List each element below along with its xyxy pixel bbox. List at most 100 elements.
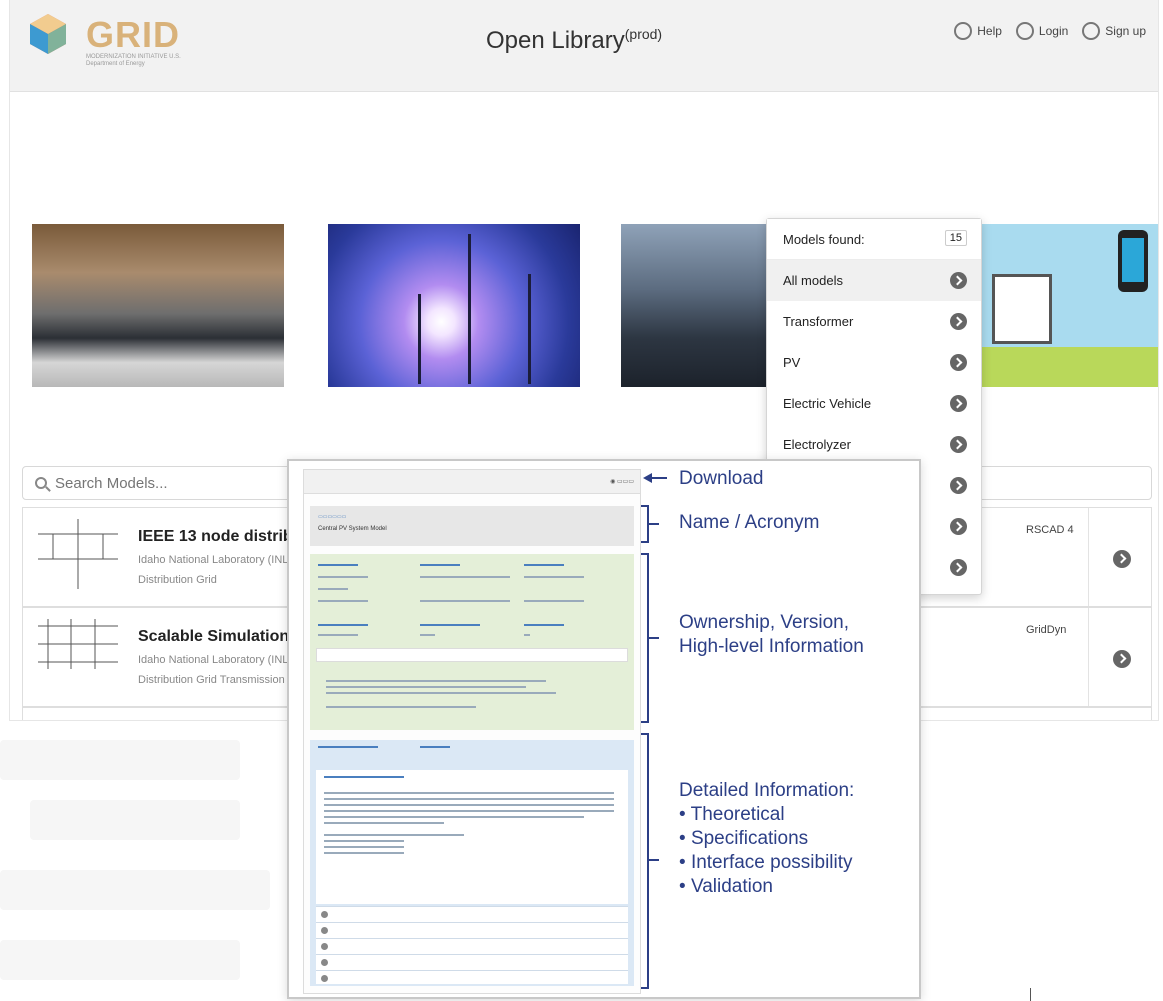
theory-text [316,770,628,904]
field-value [524,600,584,602]
detailed-info-item: Interface possibility [679,851,854,875]
field-label [420,746,450,748]
login-label: Login [1038,24,1069,38]
arrow-line [651,477,667,479]
row-divider [1088,508,1089,606]
detailed-info-title: Detailed Information: [679,780,855,801]
chevron-right-icon [950,395,967,412]
text-line [324,852,404,854]
description-line [326,692,556,694]
description-line [326,686,526,688]
field-value [318,600,368,602]
chevron-right-icon[interactable] [1113,550,1131,568]
hydro-generators-photo [32,224,284,387]
ownership-annotation: Ownership, Version, High-level Informati… [679,611,864,659]
name-field-label: ▭▭▭▭▭▭ [318,514,347,520]
chevron-right-icon [950,313,967,330]
detailed-info-item: Theoretical [679,803,854,827]
filter-pv[interactable]: PV [767,342,981,383]
chevron-right-icon [950,518,967,535]
filter-all-models[interactable]: All models [767,260,981,301]
environment-label: (prod) [624,26,663,42]
field-value [318,588,348,590]
description-line [326,680,546,682]
accordion-item[interactable] [316,922,628,938]
network-diagram-thumbnail [38,619,118,669]
model-category: Distribution Grid [138,574,217,586]
text-line [324,792,614,794]
detailed-info-bracket [641,733,649,989]
name-field-value: Central PV System Model [318,526,387,532]
chevron-right-icon [950,354,967,371]
search-icon [35,477,47,489]
filter-label: PV [783,355,801,370]
page-title: Open Library(prod) [486,26,662,55]
models-found-header: Models found: 15 [767,219,981,260]
top-bar: GRID MODERNIZATION INITIATIVE U.S. Depar… [10,0,1158,92]
chevron-right-icon [950,477,967,494]
page-title-text: Open Library [486,27,625,54]
login-button[interactable]: Login [1015,22,1069,40]
background-shape [0,940,240,980]
phone-icon [1118,230,1148,292]
name-annotation: Name / Acronym [679,512,820,533]
signup-button[interactable]: Sign up [1082,22,1146,40]
text-line [324,840,404,842]
accordion-title [324,776,404,778]
bracket-tick [649,523,659,525]
detailed-info-annotation: Detailed Information: Theoretical Specif… [679,779,854,899]
text-line [324,798,614,800]
model-organization: Idaho National Laboratory (INL [138,554,289,566]
user-icon [1015,22,1034,40]
models-found-count: 15 [944,230,967,246]
bracket-tick [649,859,659,861]
download-icon[interactable]: ◉ ▭▭▭ [610,478,634,485]
ownership-annotation-line: High-level Information [679,636,864,657]
field-value [420,576,510,578]
field-value [420,634,435,636]
accordion-item[interactable] [316,954,628,970]
signup-icon [1082,22,1101,40]
logo-text: GRID [86,14,180,55]
background-shape [0,870,270,910]
transmission-tower [528,274,531,384]
chevron-right-icon[interactable] [1113,650,1131,668]
model-organization: Idaho National Laboratory (INL [138,654,289,666]
model-tool: RSCAD 4 [1026,524,1074,536]
filter-label: Electric Vehicle [783,396,872,411]
filter-transformer[interactable]: Transformer [767,301,981,342]
filter-label: All models [783,273,843,288]
help-button[interactable]: Help [954,22,1002,40]
model-detail-callout: ◉ ▭▭▭ ▭▭▭▭▭▭ Central PV System Model Dow… [287,459,921,999]
logo-subtitle: MODERNIZATION INITIATIVE U.S. Department… [86,54,181,67]
filter-label: Transformer [783,314,854,329]
circuit-diagram-thumbnail [38,519,118,589]
chevron-right-icon [950,436,967,453]
accordion-item[interactable] [316,970,628,984]
transmission-tower [418,294,421,384]
detailed-info-item: Validation [679,875,854,899]
filter-electric-vehicle[interactable]: Electric Vehicle [767,383,981,424]
field-label [318,746,378,748]
model-detail-preview: ◉ ▭▭▭ ▭▭▭▭▭▭ Central PV System Model [303,469,641,994]
field-value [318,634,358,636]
signup-label: Sign up [1105,24,1146,38]
detailed-info-item: Specifications [679,827,854,851]
field-value [420,600,510,602]
field-label [420,564,460,566]
field-value [524,576,584,578]
description-line [326,706,476,708]
top-actions: Help Login Sign up [954,22,1146,40]
text-line [324,804,614,806]
detailed-info-section [310,740,634,986]
tab-strip[interactable] [316,648,628,662]
field-label [524,564,564,566]
field-value [524,634,530,636]
accordion-item[interactable] [316,938,628,954]
grid-logo[interactable]: GRID MODERNIZATION INITIATIVE U.S. Depar… [18,12,208,72]
ownership-annotation-line: Ownership, Version, [679,612,850,633]
accordion-item[interactable] [316,906,628,922]
chevron-right-icon [950,272,967,289]
help-icon [954,22,973,40]
field-label [318,564,358,566]
